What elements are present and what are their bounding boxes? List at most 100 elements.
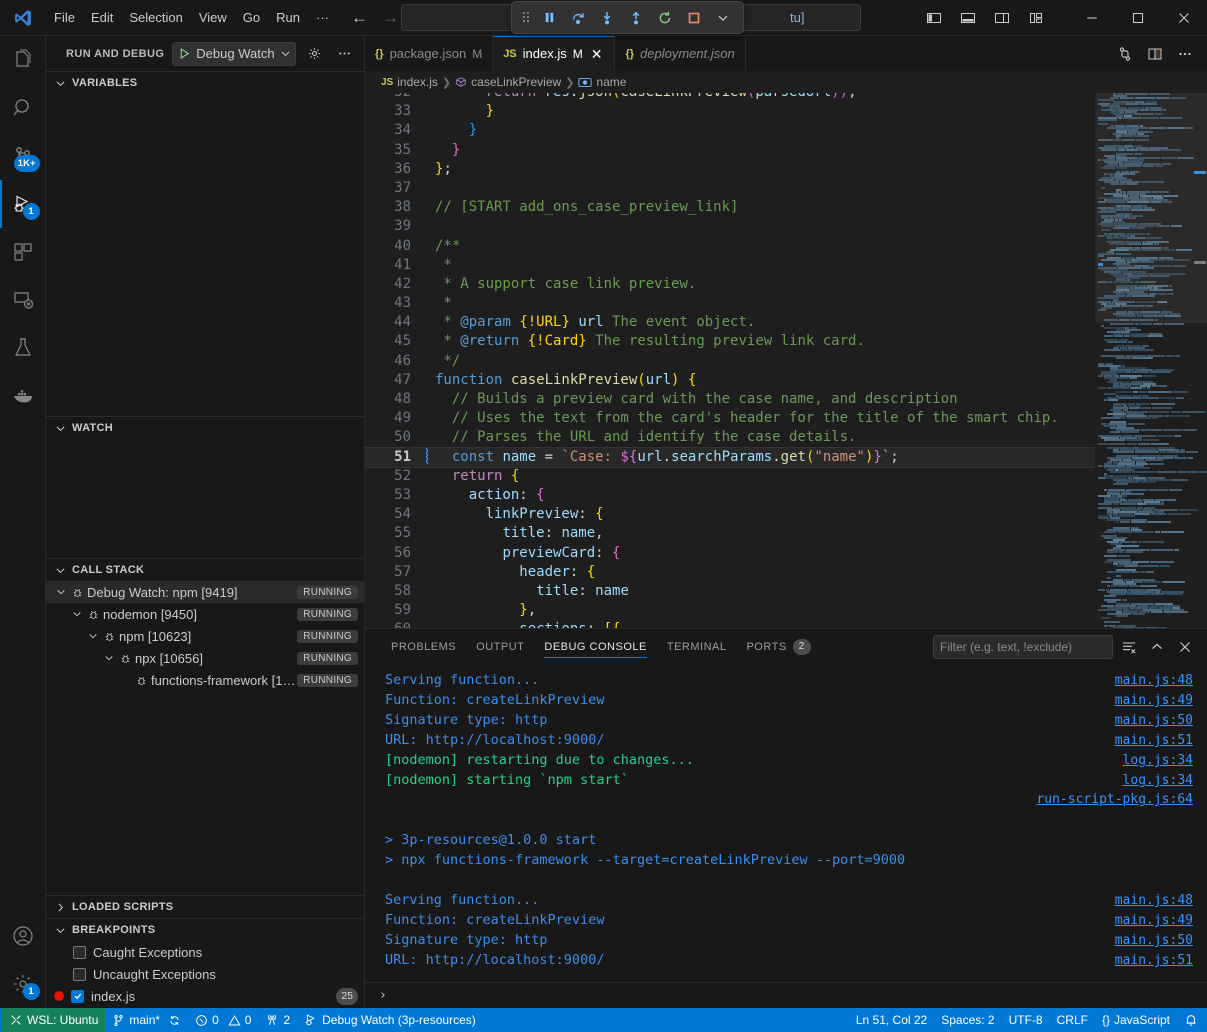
code-line[interactable]: 51 const name = `Case: ${url.searchParam… — [365, 448, 1095, 467]
source-control-icon[interactable]: 1K+ — [0, 132, 46, 180]
menu-file[interactable]: File — [46, 6, 83, 29]
checkbox[interactable] — [73, 946, 86, 959]
search-icon[interactable] — [0, 84, 46, 132]
code-line[interactable]: 42 * A support case link preview. — [365, 275, 1095, 294]
code-line[interactable]: 57 header: { — [365, 563, 1095, 582]
debug-console-input[interactable]: › — [365, 982, 1207, 1008]
menu-edit[interactable]: Edit — [83, 6, 121, 29]
console-source-link[interactable]: log.js:34 — [1123, 771, 1193, 791]
call-stack-row-0[interactable]: Debug Watch: npm [9419] RUNNING — [46, 581, 364, 603]
beaker-icon[interactable] — [0, 324, 46, 372]
chevron-down-icon[interactable] — [54, 587, 68, 597]
tab-output[interactable]: OUTPUT — [466, 629, 534, 664]
code-editor[interactable]: 32 return res.json(caseLinkPreview(parse… — [365, 93, 1207, 628]
status-ports[interactable]: 2 — [258, 1008, 297, 1032]
code-line[interactable]: 48 // Builds a preview card with the cas… — [365, 390, 1095, 409]
play-icon[interactable] — [178, 47, 191, 60]
layout-sidebar-left-icon[interactable] — [917, 3, 951, 33]
call-stack-pane-header[interactable]: CALL STACK — [46, 559, 364, 581]
status-branch[interactable]: main* — [105, 1008, 188, 1032]
step-over-button[interactable] — [565, 5, 591, 30]
call-stack-row-3[interactable]: npx [10656] RUNNING — [46, 647, 364, 669]
tab-ports[interactable]: PORTS 2 — [736, 629, 820, 664]
debug-settings-button[interactable] — [304, 43, 326, 65]
call-stack-row-4[interactable]: functions-framework [106... RUNNING — [46, 669, 364, 691]
code-line[interactable]: 52 return { — [365, 467, 1095, 486]
account-icon[interactable] — [0, 912, 46, 960]
menu-view[interactable]: View — [191, 6, 235, 29]
editor-scrollbar[interactable] — [1193, 93, 1207, 628]
close-icon[interactable] — [1173, 635, 1197, 659]
code-line[interactable]: 41 * — [365, 256, 1095, 275]
code-line[interactable]: 33 } — [365, 102, 1095, 121]
menu-go[interactable]: Go — [235, 6, 268, 29]
menu-run[interactable]: Run — [268, 6, 308, 29]
tab-deployment-json[interactable]: {} deployment.json — [615, 36, 745, 71]
minimize-icon[interactable] — [1069, 0, 1115, 36]
code-line[interactable]: 53 action: { — [365, 486, 1095, 505]
breakpoint-row-caught-exceptions[interactable]: Caught Exceptions — [46, 941, 364, 963]
step-out-button[interactable] — [623, 5, 649, 30]
close-icon[interactable]: ✕ — [589, 47, 605, 61]
tab-terminal[interactable]: TERMINAL — [657, 629, 737, 664]
minimap-slider[interactable] — [1095, 93, 1207, 323]
remote-explorer-icon[interactable] — [0, 276, 46, 324]
code-line[interactable]: 43 * — [365, 294, 1095, 313]
console-source-link[interactable]: main.js:51 — [1115, 951, 1193, 971]
checkbox[interactable] — [73, 968, 86, 981]
status-indentation[interactable]: Spaces: 2 — [934, 1008, 1001, 1032]
breakpoint-row-uncaught-exceptions[interactable]: Uncaught Exceptions — [46, 963, 364, 985]
chevron-down-icon[interactable] — [86, 631, 100, 641]
run-debug-icon[interactable]: 1 — [0, 180, 46, 228]
debug-console-output[interactable]: Serving function...main.js:48Function: c… — [365, 664, 1207, 982]
console-source-link[interactable]: main.js:48 — [1115, 671, 1193, 691]
code-line[interactable]: 59 }, — [365, 601, 1095, 620]
status-cursor-position[interactable]: Ln 51, Col 22 — [849, 1008, 934, 1032]
sync-icon[interactable] — [168, 1014, 181, 1027]
chevron-down-icon[interactable] — [710, 5, 736, 30]
code-lines[interactable]: 32 return res.json(caseLinkPreview(parse… — [365, 93, 1095, 628]
breadcrumb-item-file[interactable]: JS index.js — [381, 75, 438, 89]
code-viewport[interactable]: 32 return res.json(caseLinkPreview(parse… — [365, 93, 1095, 628]
console-source-link[interactable]: main.js:49 — [1115, 911, 1193, 931]
arrow-left-icon[interactable]: ← — [351, 9, 368, 26]
console-source-link[interactable]: run-script-pkg.js:64 — [1036, 790, 1193, 810]
status-language[interactable]: {} JavaScript — [1095, 1008, 1177, 1032]
tab-index-js[interactable]: JS index.js M ✕ — [493, 36, 615, 71]
debug-configuration-select[interactable]: Debug Watch — [172, 42, 295, 66]
minimap[interactable] — [1095, 93, 1207, 628]
watch-pane-header[interactable]: WATCH — [46, 417, 364, 439]
stop-button[interactable] — [681, 5, 707, 30]
clear-all-icon[interactable] — [1117, 635, 1141, 659]
breakpoint-glyph-icon[interactable] — [423, 448, 431, 466]
code-line[interactable]: 35 } — [365, 141, 1095, 160]
variables-pane-header[interactable]: VARIABLES — [46, 72, 364, 94]
split-editor-icon[interactable] — [1141, 40, 1169, 68]
code-line[interactable]: 55 title: name, — [365, 524, 1095, 543]
breakpoints-pane-header[interactable]: BREAKPOINTS — [46, 919, 364, 941]
menu-selection[interactable]: Selection — [121, 6, 190, 29]
close-icon[interactable] — [1161, 0, 1207, 36]
pause-button[interactable] — [536, 5, 562, 30]
arrow-right-icon[interactable]: → — [382, 9, 399, 26]
layout-panel-icon[interactable] — [951, 3, 985, 33]
code-line[interactable]: 34 } — [365, 121, 1095, 140]
extensions-icon[interactable] — [0, 228, 46, 276]
code-line[interactable]: 49 // Uses the text from the card's head… — [365, 409, 1095, 428]
maximize-icon[interactable] — [1115, 0, 1161, 36]
checkbox[interactable] — [71, 990, 84, 1003]
restart-button[interactable] — [652, 5, 678, 30]
debug-toolbar[interactable] — [511, 1, 744, 34]
tab-problems[interactable]: PROBLEMS — [381, 629, 466, 664]
console-source-link[interactable]: log.js:34 — [1123, 751, 1193, 771]
filter-input[interactable]: Filter (e.g. text, !exclude) — [933, 635, 1113, 659]
breadcrumb-item-symbol[interactable]: caseLinkPreview — [455, 75, 561, 89]
gear-icon[interactable]: 1 — [0, 960, 46, 1008]
code-line[interactable]: 37 — [365, 179, 1095, 198]
status-remote[interactable]: WSL: Ubuntu — [2, 1008, 105, 1032]
code-line[interactable]: 45 * @return {!Card} The resulting previ… — [365, 332, 1095, 351]
breakpoint-row-index-js[interactable]: index.js 25 — [46, 985, 364, 1007]
code-line[interactable]: 40/** — [365, 237, 1095, 256]
references-icon[interactable] — [1111, 40, 1139, 68]
console-source-link[interactable]: main.js:50 — [1115, 931, 1193, 951]
